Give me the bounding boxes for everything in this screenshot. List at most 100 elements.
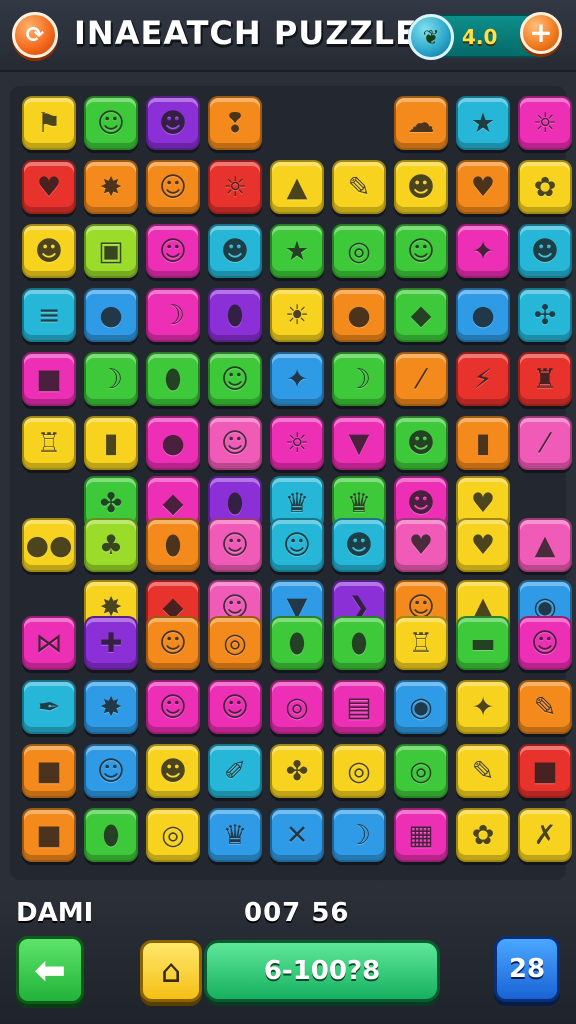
puzzle-tile[interactable]: ☻ — [146, 96, 200, 150]
puzzle-tile[interactable]: ◎ — [394, 744, 448, 798]
puzzle-tile[interactable]: ♛ — [208, 808, 262, 862]
puzzle-tile[interactable]: ✐ — [208, 744, 262, 798]
puzzle-tile[interactable]: ■ — [22, 744, 76, 798]
puzzle-tile[interactable]: ✎ — [456, 744, 510, 798]
puzzle-tile[interactable]: ☽ — [84, 352, 138, 406]
puzzle-tile[interactable]: ☁ — [394, 96, 448, 150]
puzzle-tile[interactable]: ≡ — [22, 288, 76, 342]
add-coins-button[interactable]: + — [520, 12, 562, 54]
puzzle-tile[interactable]: ☼ — [518, 96, 572, 150]
puzzle-tile[interactable]: ☻ — [22, 224, 76, 278]
puzzle-tile[interactable]: ▮ — [84, 416, 138, 470]
puzzle-tile[interactable]: ☻ — [146, 744, 200, 798]
puzzle-tile[interactable]: ⬮ — [270, 616, 324, 670]
puzzle-tile[interactable]: ✎ — [332, 160, 386, 214]
puzzle-tile[interactable]: ☺ — [208, 416, 262, 470]
puzzle-tile[interactable]: ⬮ — [208, 288, 262, 342]
puzzle-tile[interactable]: ☽ — [332, 352, 386, 406]
puzzle-tile[interactable]: ♖ — [22, 416, 76, 470]
puzzle-tile[interactable]: ☺ — [146, 616, 200, 670]
puzzle-tile[interactable]: ✚ — [84, 616, 138, 670]
puzzle-tile[interactable]: ■ — [22, 352, 76, 406]
puzzle-tile[interactable]: ●● — [22, 518, 76, 572]
puzzle-tile[interactable]: ♜ — [518, 352, 572, 406]
puzzle-tile[interactable]: ⬮ — [84, 808, 138, 862]
puzzle-tile[interactable]: ▬ — [456, 616, 510, 670]
puzzle-tile[interactable]: ☺ — [208, 680, 262, 734]
puzzle-tile[interactable]: ▮ — [456, 416, 510, 470]
puzzle-tile[interactable]: ♥ — [394, 518, 448, 572]
puzzle-tile[interactable]: ▤ — [332, 680, 386, 734]
puzzle-tile[interactable]: ✿ — [456, 808, 510, 862]
puzzle-tile[interactable]: ☺ — [84, 744, 138, 798]
puzzle-tile[interactable]: ● — [84, 288, 138, 342]
puzzle-tile[interactable]: ⬮ — [146, 518, 200, 572]
puzzle-tile[interactable]: ⬮ — [332, 616, 386, 670]
puzzle-tile[interactable]: ▲ — [518, 518, 572, 572]
puzzle-tile[interactable]: ⁄ — [394, 352, 448, 406]
puzzle-tile[interactable]: ✤ — [270, 744, 324, 798]
puzzle-tile[interactable]: ⚡ — [456, 352, 510, 406]
puzzle-tile[interactable]: ● — [456, 288, 510, 342]
puzzle-tile[interactable]: ⋈ — [22, 616, 76, 670]
puzzle-tile[interactable]: ☻ — [394, 160, 448, 214]
puzzle-tile[interactable]: ☽ — [332, 808, 386, 862]
puzzle-tile[interactable]: ♥ — [456, 160, 510, 214]
puzzle-tile[interactable]: ✣ — [518, 288, 572, 342]
puzzle-tile[interactable]: ☺ — [518, 616, 572, 670]
puzzle-tile[interactable]: ☺ — [146, 680, 200, 734]
puzzle-tile[interactable]: ✦ — [456, 224, 510, 278]
puzzle-tile[interactable]: ✕ — [270, 808, 324, 862]
puzzle-tile[interactable]: ⚑ — [22, 96, 76, 150]
puzzle-tile[interactable]: ▲ — [270, 160, 324, 214]
puzzle-tile[interactable]: ☺ — [394, 224, 448, 278]
puzzle-tile[interactable]: ✦ — [456, 680, 510, 734]
settings-button[interactable]: ⟳ — [12, 12, 58, 58]
puzzle-tile[interactable]: ❢ — [208, 96, 262, 150]
puzzle-tile[interactable]: ☻ — [208, 224, 262, 278]
puzzle-tile[interactable]: ▦ — [394, 808, 448, 862]
puzzle-tile[interactable]: ☺ — [270, 518, 324, 572]
puzzle-tile[interactable]: ◎ — [146, 808, 200, 862]
puzzle-tile[interactable]: ◎ — [332, 744, 386, 798]
puzzle-tile[interactable]: ■ — [22, 808, 76, 862]
puzzle-tile[interactable]: ☺ — [208, 352, 262, 406]
puzzle-tile[interactable]: ▼ — [332, 416, 386, 470]
puzzle-tile[interactable]: ■ — [518, 744, 572, 798]
puzzle-tile[interactable]: ◉ — [394, 680, 448, 734]
puzzle-tile[interactable]: ◆ — [394, 288, 448, 342]
puzzle-tile[interactable]: ◎ — [270, 680, 324, 734]
puzzle-tile[interactable]: ☺ — [146, 160, 200, 214]
puzzle-tile[interactable]: ▣ — [84, 224, 138, 278]
puzzle-tile[interactable]: ☺ — [146, 224, 200, 278]
puzzle-tile[interactable]: ✎ — [518, 680, 572, 734]
puzzle-tile[interactable]: ◎ — [208, 616, 262, 670]
puzzle-tile[interactable]: ☻ — [394, 416, 448, 470]
back-button[interactable]: ⬅ — [16, 936, 84, 1004]
puzzle-tile[interactable]: ★ — [456, 96, 510, 150]
puzzle-tile[interactable]: ☽ — [146, 288, 200, 342]
puzzle-tile[interactable]: ♥ — [456, 518, 510, 572]
puzzle-tile[interactable]: ☻ — [518, 224, 572, 278]
puzzle-tile[interactable]: ✸ — [84, 160, 138, 214]
puzzle-tile[interactable]: ☺ — [84, 96, 138, 150]
puzzle-tile[interactable]: ✿ — [518, 160, 572, 214]
puzzle-tile[interactable]: ♣ — [84, 518, 138, 572]
puzzle-tile[interactable]: ☺ — [208, 518, 262, 572]
puzzle-tile[interactable]: ♥ — [22, 160, 76, 214]
puzzle-tile[interactable]: ◎ — [332, 224, 386, 278]
home-button[interactable]: ⌂ — [140, 940, 202, 1002]
puzzle-tile[interactable]: ☼ — [208, 160, 262, 214]
puzzle-tile[interactable]: ☼ — [270, 416, 324, 470]
puzzle-tile[interactable]: ● — [146, 416, 200, 470]
puzzle-tile[interactable]: ☀ — [270, 288, 324, 342]
puzzle-tile[interactable]: ⁄ — [518, 416, 572, 470]
puzzle-tile[interactable]: ✒ — [22, 680, 76, 734]
puzzle-tile[interactable]: ✦ — [270, 352, 324, 406]
puzzle-tile[interactable]: ☻ — [332, 518, 386, 572]
puzzle-tile[interactable]: ♖ — [394, 616, 448, 670]
puzzle-tile[interactable]: ⬮ — [146, 352, 200, 406]
level-button[interactable]: 28 — [494, 936, 560, 1002]
puzzle-tile[interactable]: ✸ — [84, 680, 138, 734]
puzzle-tile[interactable]: ★ — [270, 224, 324, 278]
